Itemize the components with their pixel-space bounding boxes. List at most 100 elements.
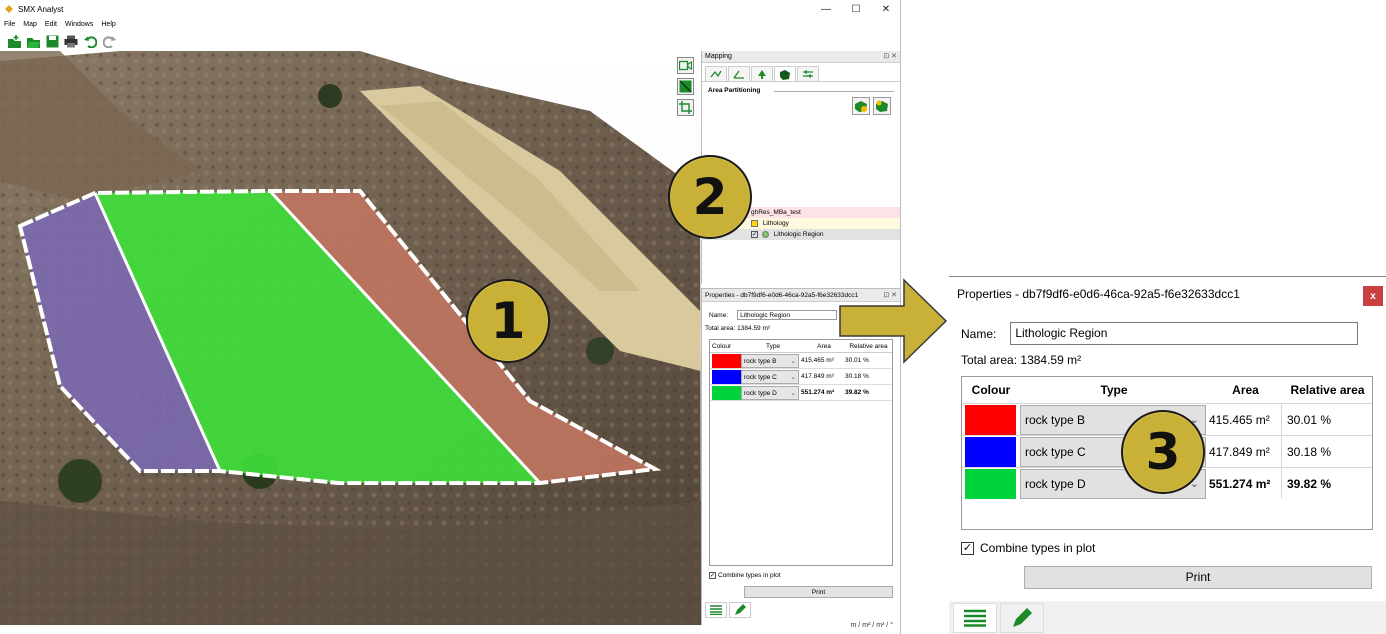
area-value-d: 551.274 m² [1209, 476, 1271, 491]
add-region-button[interactable] [852, 97, 870, 115]
print-toolbar-button[interactable] [63, 33, 79, 49]
undo-button[interactable] [82, 33, 98, 49]
colour-swatch-c[interactable] [712, 369, 741, 384]
total-area-label: Total area: [961, 353, 1018, 367]
sliders-icon [803, 70, 813, 77]
app-logo-icon [4, 4, 14, 14]
type-select-c[interactable]: rock type C⌄ [741, 369, 799, 384]
colour-swatch-d[interactable] [712, 385, 741, 400]
print-button[interactable]: Print [744, 586, 893, 598]
chevron-down-icon: ⌄ [790, 357, 796, 365]
total-area: Total area: 1384.59 m² [705, 325, 770, 332]
menu-windows[interactable]: Windows [65, 18, 93, 31]
add-region-icon [855, 100, 867, 112]
relative-area-d: 39.82 % [845, 389, 869, 396]
menu-file[interactable]: File [4, 18, 15, 31]
window-controls: — ☐ ✕ [811, 0, 900, 18]
mapping-panel-title: Mapping [705, 53, 732, 60]
tab-area-partitioning[interactable] [774, 66, 796, 81]
diagonal-plane-icon [679, 80, 692, 93]
table-row: rock type D ⌄ 551.274 m² 39.82 % [710, 385, 892, 401]
save-button[interactable] [44, 33, 60, 49]
tab-orientation[interactable] [728, 66, 750, 81]
type-select-b[interactable]: rock type B ⌄ [741, 353, 799, 368]
area-partition-buttons [852, 97, 891, 115]
edit-region-icon [876, 100, 888, 112]
tab-edit-view[interactable] [729, 602, 751, 618]
name-input[interactable]: Lithologic Region [1010, 322, 1359, 345]
total-area: Total area: 1384.59 m² [961, 353, 1081, 367]
list-icon [964, 609, 986, 627]
combine-types-label: Combine types in plot [980, 541, 1096, 555]
maximize-button[interactable]: ☐ [841, 0, 871, 18]
mapping-panel-header: Mapping ⊡ ✕ [702, 51, 900, 63]
printer-icon [64, 35, 78, 47]
total-area-value: 1384.59 m² [737, 325, 771, 332]
area-value-c: 417.849 m² [1209, 444, 1270, 459]
mapping-panel-controls[interactable]: ⊡ ✕ [883, 51, 897, 63]
tab-traces[interactable] [705, 66, 727, 81]
close-properties-button[interactable]: x [1363, 286, 1383, 306]
total-area-value: 1384.59 m² [1020, 353, 1082, 367]
layer-visibility-checkbox[interactable]: ✓ [751, 230, 758, 238]
name-label: Name: [709, 311, 729, 319]
units-indicator: m / m² / m³ / ° [850, 622, 893, 629]
menu-help[interactable]: Help [101, 18, 115, 31]
table-header: Colour Type Area Relative area [962, 377, 1372, 403]
col-relative-area: Relative area [1290, 383, 1365, 397]
area-value-d: 551.274 m² [801, 389, 835, 396]
callout-3: 3 [1121, 410, 1205, 494]
edit-region-button[interactable] [873, 97, 891, 115]
3d-viewport[interactable]: 1 [0, 51, 701, 625]
video-camera-icon [679, 60, 692, 71]
tab-edit-view[interactable] [1000, 603, 1044, 633]
combine-types-checkbox[interactable]: ✓ [961, 541, 974, 555]
open-folder-icon [26, 37, 40, 48]
redo-button[interactable] [101, 33, 117, 49]
menu-edit[interactable]: Edit [45, 18, 57, 31]
tab-vegetation[interactable] [751, 66, 773, 81]
viewport-tools [677, 57, 694, 116]
total-area-label: Total area: [705, 325, 736, 332]
close-window-button[interactable]: ✕ [871, 0, 900, 18]
tab-table-view[interactable] [953, 603, 997, 633]
camera-view-button[interactable] [677, 57, 694, 74]
menu-map[interactable]: Map [23, 18, 37, 31]
chevron-down-icon: ⌄ [790, 373, 796, 381]
layer-label-lithology: Lithology [762, 220, 789, 227]
colour-swatch-b[interactable] [965, 404, 1016, 435]
app-window: SMX Analyst — ☐ ✕ File Map Edit Windows … [0, 0, 901, 634]
colour-swatch-b[interactable] [712, 353, 741, 368]
combine-types-row: ✓ Combine types in plot [709, 572, 781, 579]
tab-settings[interactable] [797, 66, 819, 81]
print-button[interactable]: Print [1024, 566, 1372, 589]
tab-table-view[interactable] [705, 602, 727, 618]
type-select-d[interactable]: rock type D ⌄ [741, 385, 799, 400]
col-area: Area [1232, 383, 1259, 397]
properties-header: Properties - db7f9df6-e0d6-46ca-92a5-f6e… [949, 277, 1386, 311]
col-type: Type [765, 343, 781, 350]
layer-label-project: ghRes_MBa_test [751, 209, 801, 216]
combine-types-checkbox[interactable]: ✓ [709, 572, 716, 579]
properties-bottom-tabs [953, 603, 1044, 633]
colour-swatch-d[interactable] [965, 468, 1016, 499]
pencil-icon [735, 604, 746, 615]
colour-swatch-c[interactable] [965, 436, 1016, 467]
name-label: Name: [961, 326, 997, 341]
mapping-tabs [702, 63, 900, 82]
callout-2: 2 [668, 155, 752, 239]
tree-icon [758, 69, 766, 79]
lithology-folder-icon [751, 219, 758, 227]
minimize-button[interactable]: — [811, 0, 841, 18]
section-divider [774, 91, 894, 92]
frame-view-button[interactable] [677, 99, 694, 116]
app-title: SMX Analyst [18, 4, 64, 14]
name-row: Name: Lithologic Region [709, 310, 838, 320]
photogrammetry-scene [0, 51, 701, 625]
new-project-button[interactable] [6, 33, 22, 49]
table-row: rock type C⌄ 417.849 m² 30.18 % [710, 369, 892, 385]
name-input[interactable]: Lithologic Region [737, 310, 838, 320]
properties-panel-title: Properties - db7f9df6-e0d6-46ca-92a5-f6e… [705, 292, 859, 299]
section-view-button[interactable] [677, 78, 694, 95]
open-project-button[interactable] [25, 33, 41, 49]
